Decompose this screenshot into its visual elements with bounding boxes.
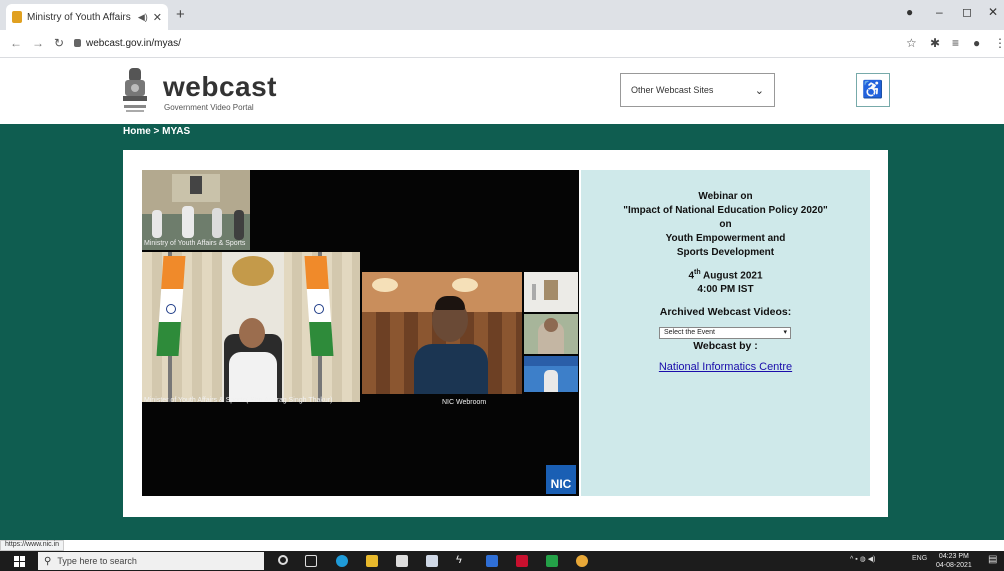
logo-text: webcast bbox=[163, 71, 277, 102]
tray-icons[interactable]: ^ ▪ ◍ ◀) bbox=[850, 555, 875, 563]
screen: Ministry of Youth Affairs and ◀) ✕ + ● –… bbox=[0, 0, 1004, 571]
lock-icon bbox=[74, 39, 81, 47]
video-tile-small-2 bbox=[524, 314, 578, 354]
video-tile-small-3 bbox=[524, 356, 578, 392]
accessibility-button[interactable]: ♿ bbox=[856, 73, 890, 107]
taskbar-search[interactable]: ⚲ Type here to search bbox=[38, 552, 264, 570]
clock-time: 04:23 PM bbox=[938, 553, 969, 560]
info-time: 4:00 PM IST bbox=[697, 284, 754, 296]
status-url-tooltip: https://www.nic.in bbox=[0, 540, 65, 551]
file-explorer-icon[interactable] bbox=[366, 555, 378, 567]
national-emblem-icon bbox=[123, 68, 147, 112]
info-line-topic-1: Youth Empowerment and bbox=[665, 233, 786, 244]
chevron-down-icon: ⌄ bbox=[754, 84, 764, 97]
task-view-icon[interactable] bbox=[305, 555, 317, 567]
tile-label-ministry: Ministry of Youth Affairs & Sports bbox=[144, 240, 246, 247]
site-favicon-icon bbox=[12, 11, 22, 23]
taskbar-clock[interactable]: 04:23 PM 04-08-2021 bbox=[936, 552, 972, 570]
new-tab-icon[interactable]: + bbox=[176, 6, 185, 23]
tile-label-nic-webroom: NIC Webroom bbox=[442, 399, 487, 406]
extension-pin-icon[interactable]: ✱ bbox=[930, 36, 940, 50]
profile-dot-icon[interactable]: ● bbox=[906, 5, 913, 19]
other-sites-value: Other Webcast Sites bbox=[631, 85, 714, 95]
menu-dots-icon[interactable]: ⋮ bbox=[994, 36, 1004, 50]
video-tile-minister bbox=[142, 252, 360, 402]
breadcrumb[interactable]: Home > MYAS bbox=[123, 126, 190, 137]
site-header: webcast Government Video Portal Other We… bbox=[0, 58, 1004, 124]
nic-logo-icon: NIC bbox=[546, 465, 576, 494]
chevron-down-icon: ▾ bbox=[783, 329, 787, 336]
window-close-icon[interactable]: ✕ bbox=[988, 5, 998, 19]
info-date: 4th August 2021 bbox=[581, 266, 870, 283]
taskbar-search-placeholder: Type here to search bbox=[57, 556, 137, 566]
browser-tabbar: Ministry of Youth Affairs and ◀) ✕ + ● –… bbox=[0, 0, 1004, 30]
webcast-by-label: Webcast by : bbox=[693, 340, 758, 353]
other-sites-dropdown[interactable]: Other Webcast Sites ⌄ bbox=[620, 73, 775, 107]
event-select-dropdown[interactable]: Select the Event ▾ bbox=[659, 327, 791, 339]
notification-icon[interactable]: ▤ bbox=[988, 554, 997, 565]
back-icon[interactable]: ← bbox=[10, 36, 22, 50]
chrome-icon[interactable] bbox=[576, 555, 588, 567]
store-icon[interactable] bbox=[396, 555, 408, 567]
tray-language[interactable]: ENG bbox=[912, 555, 927, 562]
windows-taskbar: ⚲ Type here to search ϟ ^ ▪ ◍ ◀) ENG 04:… bbox=[0, 551, 1004, 571]
video-player[interactable]: Ministry of Youth Affairs & Sports Minis… bbox=[142, 170, 579, 496]
reading-list-icon[interactable]: ≡ bbox=[952, 36, 959, 50]
tile-label-minister: Minister of Youth Affairs & Sports( Shri… bbox=[144, 397, 333, 404]
red-app-icon[interactable] bbox=[516, 555, 528, 567]
video-tile-small-1 bbox=[524, 272, 578, 312]
dropbox-icon[interactable] bbox=[426, 555, 438, 567]
logo-subtitle: Government Video Portal bbox=[164, 103, 254, 112]
tab-title: Ministry of Youth Affairs and bbox=[27, 11, 133, 23]
reload-icon[interactable]: ↻ bbox=[54, 36, 64, 50]
video-tile-nic-webroom bbox=[362, 272, 522, 394]
cortana-icon[interactable] bbox=[278, 555, 288, 565]
info-line-topic-2: Sports Development bbox=[676, 247, 775, 258]
edge-icon[interactable] bbox=[336, 555, 348, 567]
forward-icon[interactable]: → bbox=[32, 36, 44, 50]
browser-tab[interactable]: Ministry of Youth Affairs and ◀) ✕ bbox=[6, 4, 168, 30]
close-icon[interactable]: ✕ bbox=[153, 11, 162, 24]
info-line-on: on bbox=[719, 219, 732, 230]
video-tile-ministry bbox=[142, 170, 250, 250]
flash-icon[interactable]: ϟ bbox=[456, 555, 468, 567]
profile-avatar-icon[interactable]: ● bbox=[973, 36, 980, 50]
minimize-icon[interactable]: – bbox=[936, 5, 943, 19]
clock-date: 04-08-2021 bbox=[936, 562, 972, 569]
nic-link[interactable]: National Informatics Centre bbox=[659, 361, 792, 373]
search-icon: ⚲ bbox=[44, 555, 52, 567]
speaker-icon[interactable]: ◀) bbox=[138, 12, 148, 23]
star-icon[interactable]: ☆ bbox=[906, 36, 917, 50]
url-field[interactable]: webcast.gov.in/myas/ bbox=[86, 38, 181, 49]
info-date-suffix: th bbox=[694, 269, 701, 276]
info-date-rest: August 2021 bbox=[700, 270, 763, 282]
word-icon[interactable] bbox=[486, 555, 498, 567]
maximize-icon[interactable]: ◻ bbox=[962, 5, 972, 19]
wheelchair-icon: ♿ bbox=[862, 80, 884, 99]
event-select-value: Select the Event bbox=[664, 329, 715, 336]
address-bar: ← → ↻ webcast.gov.in/myas/ ☆ ✱ ≡ ● ⋮ bbox=[0, 30, 1004, 58]
windows-start-icon[interactable] bbox=[14, 556, 25, 567]
info-line-title: "Impact of National Education Policy 202… bbox=[623, 205, 828, 216]
archived-label: Archived Webcast Videos: bbox=[659, 306, 792, 319]
green-app-icon[interactable] bbox=[546, 555, 558, 567]
info-line-webinar: Webinar on bbox=[698, 191, 753, 202]
